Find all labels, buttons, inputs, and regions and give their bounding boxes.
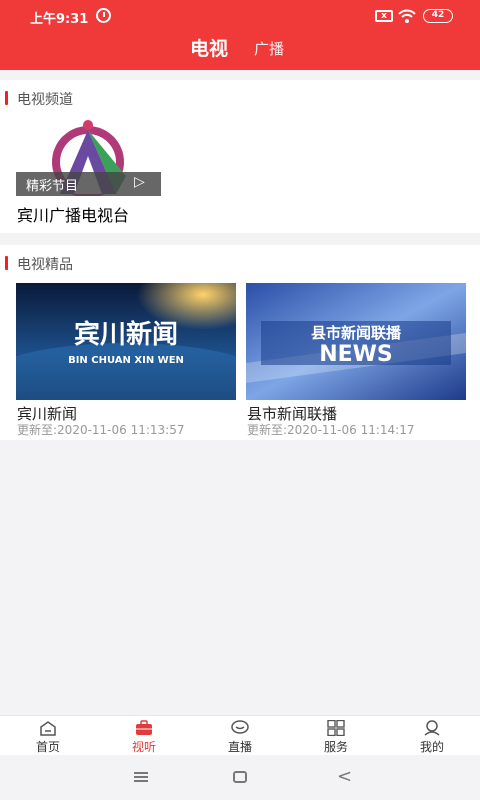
- channel-name[interactable]: 宾川广播电视台: [17, 202, 129, 226]
- program-updated: 更新至:2020-11-06 11:14:17: [247, 423, 415, 437]
- grid-icon: [327, 720, 345, 736]
- play-icon[interactable]: ▷: [134, 174, 145, 190]
- sim-icon: x: [375, 10, 393, 22]
- program-thumbnail[interactable]: 宾川新闻 BIN CHUAN XIN WEN: [16, 283, 236, 400]
- system-nav-bar: <: [0, 755, 480, 800]
- home-button-icon[interactable]: [233, 771, 247, 783]
- tab-radio[interactable]: 广播: [254, 38, 284, 59]
- wifi-icon: [398, 9, 416, 23]
- nav-label: 首页: [35, 740, 60, 754]
- tab-tv[interactable]: 电视: [190, 34, 228, 61]
- nav-label: 直播: [227, 740, 252, 754]
- status-bar: 上午9:31 x 42: [0, 0, 480, 32]
- thumb-title-text: 宾川新闻: [74, 319, 178, 350]
- tv-briefcase-icon: [136, 720, 152, 735]
- nav-label: 服务: [323, 740, 348, 754]
- section-title: 电视精品: [17, 257, 73, 273]
- alarm-icon: [96, 8, 111, 23]
- nav-item-services[interactable]: 服务: [296, 716, 376, 756]
- menu-icon[interactable]: [134, 772, 148, 782]
- program-updated: 更新至:2020-11-06 11:13:57: [17, 423, 185, 437]
- nav-item-profile[interactable]: 我的: [392, 716, 472, 756]
- status-time: 上午9:31: [30, 12, 89, 27]
- battery-icon: 42: [423, 9, 453, 23]
- thumb-title-text: 县市新闻联播: [311, 324, 402, 342]
- tv-channels-section: 电视频道 精彩节目 ▷ 宾川广播电视台: [0, 80, 480, 233]
- thumb-subtitle-text: BIN CHUAN XIN WEN: [68, 355, 184, 366]
- program-thumbnail[interactable]: 县市新闻联播 NEWS: [246, 283, 466, 400]
- live-bubble-icon: [231, 720, 249, 734]
- thumb-subtitle-text: NEWS: [319, 342, 393, 367]
- channel-overlay: 精彩节目 ▷: [16, 172, 161, 196]
- home-icon: [40, 721, 56, 736]
- nav-label: 视听: [131, 740, 156, 754]
- nav-label: 我的: [419, 740, 444, 754]
- channel-card[interactable]: 精彩节目 ▷: [16, 116, 161, 196]
- section-title: 电视频道: [17, 92, 73, 108]
- section-marker: [5, 91, 8, 105]
- user-icon: [424, 720, 440, 736]
- section-marker: [5, 256, 8, 270]
- nav-item-live[interactable]: 直播: [200, 716, 280, 756]
- header-tabs: 电视 广播: [0, 34, 480, 64]
- nav-item-home[interactable]: 首页: [8, 716, 88, 756]
- tv-highlights-section: 电视精品 宾川新闻 BIN CHUAN XIN WEN 宾川新闻 更新至:202…: [0, 245, 480, 440]
- bottom-nav: 首页 视听 直播 服务 我的: [0, 715, 480, 755]
- nav-item-media[interactable]: 视听: [104, 716, 184, 756]
- app-header: 上午9:31 x 42 电视 广播: [0, 0, 480, 70]
- back-icon[interactable]: <: [337, 766, 352, 787]
- channel-overlay-label: 精彩节目: [26, 179, 79, 194]
